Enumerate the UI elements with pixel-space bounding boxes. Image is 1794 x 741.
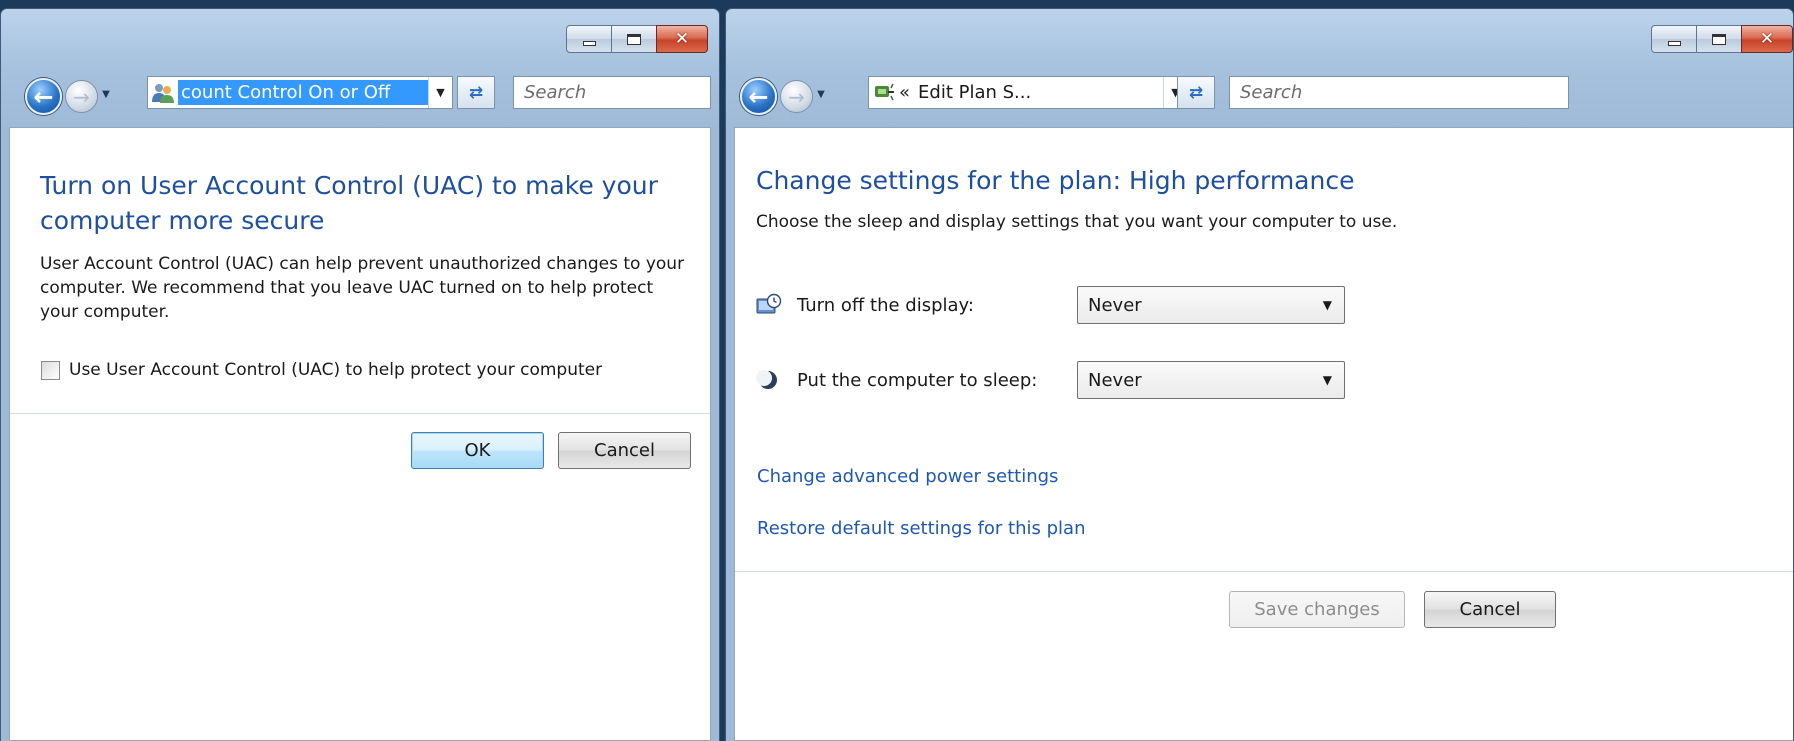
search-input[interactable]: Search xyxy=(1229,76,1569,109)
back-button[interactable]: ← xyxy=(740,78,777,115)
divider xyxy=(735,571,1793,572)
minimize-icon xyxy=(1667,40,1681,46)
uac-checkbox-label: Use User Account Control (UAC) to help p… xyxy=(69,360,603,380)
recent-pages-dropdown[interactable]: ▼ xyxy=(815,88,827,102)
sleep-timeout-select[interactable]: Never ▼ xyxy=(1077,361,1345,399)
power-content-pane: Change settings for the plan: High perfo… xyxy=(734,127,1793,741)
forward-arrow-icon: → xyxy=(788,84,805,109)
cancel-button[interactable]: Cancel xyxy=(558,432,691,469)
uac-content-pane: Turn on User Account Control (UAC) to ma… xyxy=(9,127,711,741)
uac-checkbox[interactable] xyxy=(41,360,60,380)
forward-button[interactable]: → xyxy=(780,80,813,113)
maximize-icon xyxy=(627,33,641,45)
uac-checkbox-row[interactable]: Use User Account Control (UAC) to help p… xyxy=(41,360,602,380)
uac-description: User Account Control (UAC) can help prev… xyxy=(40,254,685,322)
cancel-button[interactable]: Cancel xyxy=(1424,591,1556,628)
select-value: Never xyxy=(1088,294,1142,316)
forward-button[interactable]: → xyxy=(65,80,98,113)
address-dropdown-arrow[interactable]: ▼ xyxy=(428,77,452,108)
address-text[interactable]: count Control On or Off xyxy=(178,80,428,105)
refresh-icon: ⇄ xyxy=(1188,82,1204,103)
maximize-button[interactable] xyxy=(611,25,657,53)
page-title: Turn on User Account Control (UAC) to ma… xyxy=(40,171,658,235)
chevron-down-icon: ▼ xyxy=(1322,373,1332,387)
back-button[interactable]: ← xyxy=(25,78,62,115)
setting-row-sleep: Put the computer to sleep: Never ▼ xyxy=(755,361,1345,399)
moon-sleep-icon xyxy=(755,368,797,392)
navigation-bar: ← → ▼ count Control On or Off ▼ ⇄ Search xyxy=(1,71,719,119)
setting-row-display: Turn off the display: Never ▼ xyxy=(755,286,1345,324)
power-plan-window: ✕ ← → ▼ « Edit Plan S... ▼ ⇄ Search Chan… xyxy=(725,8,1794,741)
recent-pages-dropdown[interactable]: ▼ xyxy=(100,88,112,102)
minimize-icon xyxy=(582,40,596,46)
refresh-icon: ⇄ xyxy=(468,82,484,103)
display-timeout-select[interactable]: Never ▼ xyxy=(1077,286,1345,324)
advanced-power-settings-link[interactable]: Change advanced power settings xyxy=(757,466,1058,487)
select-value: Never xyxy=(1088,369,1142,391)
minimize-button[interactable] xyxy=(566,25,612,53)
close-icon: ✕ xyxy=(674,28,690,49)
minimize-button[interactable] xyxy=(1651,25,1697,53)
back-arrow-icon: ← xyxy=(748,82,769,111)
page-subtitle: Choose the sleep and display settings th… xyxy=(756,212,1398,232)
close-button[interactable]: ✕ xyxy=(656,25,708,53)
breadcrumb-chevron: « xyxy=(899,82,911,103)
caption-buttons: ✕ xyxy=(1651,25,1793,53)
address-text[interactable]: Edit Plan S... xyxy=(916,82,1163,103)
close-button[interactable]: ✕ xyxy=(1741,25,1793,53)
refresh-button[interactable]: ⇄ xyxy=(457,76,495,109)
forward-arrow-icon: → xyxy=(73,84,90,109)
divider xyxy=(10,413,710,414)
display-clock-icon xyxy=(755,293,797,317)
address-bar[interactable]: count Control On or Off ▼ xyxy=(147,76,453,109)
caption-buttons: ✕ xyxy=(566,25,708,53)
refresh-button[interactable]: ⇄ xyxy=(1177,76,1215,109)
restore-defaults-link[interactable]: Restore default settings for this plan xyxy=(757,518,1085,539)
setting-label: Turn off the display: xyxy=(797,294,974,316)
close-icon: ✕ xyxy=(1759,28,1775,49)
ok-button[interactable]: OK xyxy=(411,432,544,469)
power-options-icon xyxy=(869,81,899,105)
address-bar[interactable]: « Edit Plan S... ▼ xyxy=(868,76,1188,109)
uac-window: ✕ ← → ▼ count Control On or Off ▼ ⇄ Sear… xyxy=(0,8,720,741)
search-input[interactable]: Search xyxy=(513,76,711,109)
back-arrow-icon: ← xyxy=(33,82,54,111)
setting-label: Put the computer to sleep: xyxy=(797,369,1038,391)
maximize-button[interactable] xyxy=(1696,25,1742,53)
chevron-down-icon: ▼ xyxy=(1322,298,1332,312)
users-icon xyxy=(148,81,178,105)
navigation-bar: ← → ▼ « Edit Plan S... ▼ ⇄ Search xyxy=(726,71,1793,119)
page-title: Change settings for the plan: High perfo… xyxy=(756,166,1355,195)
maximize-icon xyxy=(1712,33,1726,45)
save-changes-button[interactable]: Save changes xyxy=(1229,591,1405,628)
